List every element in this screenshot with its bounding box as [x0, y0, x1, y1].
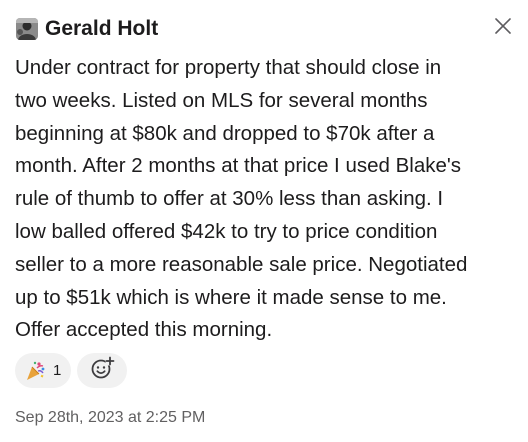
message-line: rule of thumb to offer at 30% less than …: [15, 187, 444, 211]
message-line: month. After 2 months at that price I us…: [15, 154, 462, 178]
message-header: Gerald Holt: [16, 16, 158, 42]
reaction-count: 1: [53, 362, 62, 379]
message-line: up to $51k which is where it made sense …: [15, 285, 447, 309]
message-line: low balled offered $42k to try to price …: [15, 219, 438, 243]
message-line: two weeks. Listed on MLS for several mon…: [15, 88, 428, 112]
message-line: Under contract for property that should …: [15, 56, 442, 79]
avatar[interactable]: [16, 18, 38, 40]
message-timestamp[interactable]: Sep 28th, 2023 at 2:25 PM: [15, 409, 205, 427]
add-reaction-button[interactable]: [77, 353, 128, 388]
message-body: Under contract for property that should …: [15, 52, 520, 347]
close-button[interactable]: [491, 16, 515, 40]
message-line: Offer accepted this morning.: [15, 318, 273, 342]
reactions-bar: 1: [15, 353, 128, 388]
reaction-pill-party[interactable]: 1: [15, 353, 72, 388]
author-name[interactable]: Gerald Holt: [45, 17, 158, 41]
message-line: seller to a more reasonable sale price. …: [15, 252, 468, 276]
party-popper-icon: [23, 359, 47, 383]
message-line: beginning at $80k and dropped to $70k af…: [15, 121, 435, 145]
add-reaction-icon: [89, 355, 115, 386]
close-icon: [494, 17, 512, 40]
